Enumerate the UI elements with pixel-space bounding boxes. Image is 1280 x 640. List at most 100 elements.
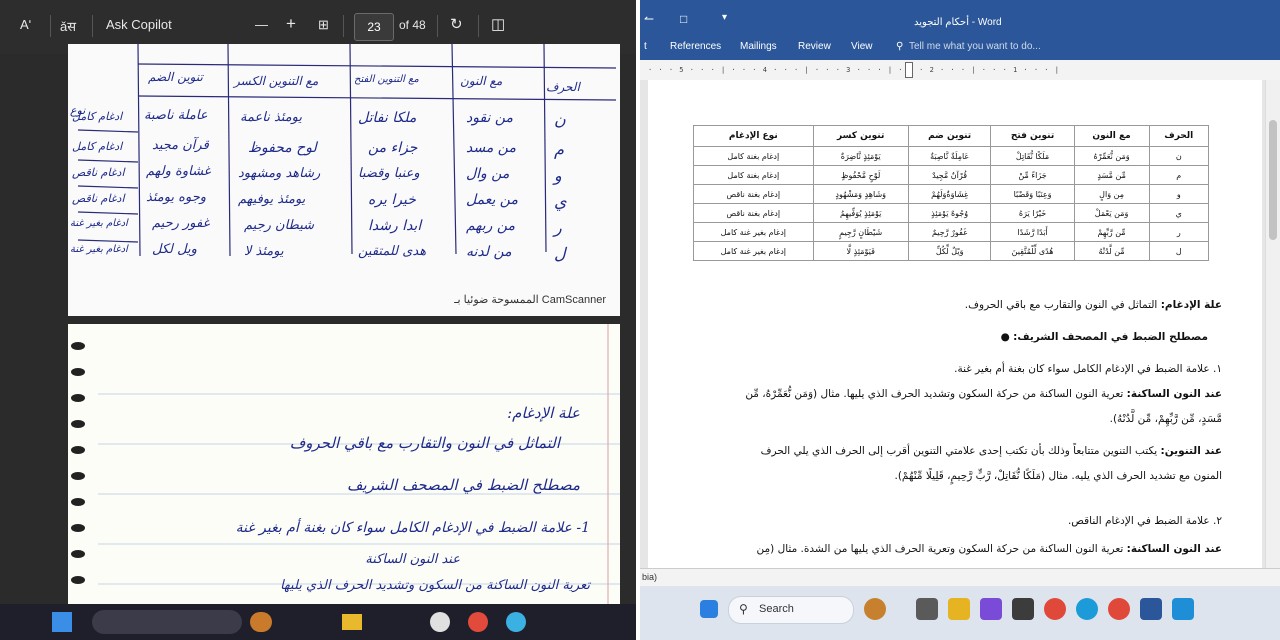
scan-cell: ن xyxy=(554,110,566,129)
table-cell: وَشَاهِدٍ وَمَشْهُودٍ xyxy=(812,184,909,204)
scan-cell: يومئذ يوفيهم xyxy=(238,192,306,207)
toolbar-divider xyxy=(92,15,93,37)
taskbar-search-box[interactable]: ⚲ Search xyxy=(728,596,854,624)
weather-icon[interactable] xyxy=(250,612,272,632)
page-total-label: of 48 xyxy=(399,18,426,32)
paragraph-tanween: عند التنوين: يكتب التنوين متتابعاً وذلك … xyxy=(682,440,1222,462)
table-row: م مِّن مَّسَدٍ جَزَاءً مِّنْ قُرْآنٌ مَّ… xyxy=(693,165,1210,185)
file-explorer-icon[interactable] xyxy=(948,598,970,620)
table-header-row: الحرف مع النون تنوين فتح تنوين ضم تنوين … xyxy=(693,125,1210,147)
translate-icon[interactable]: ǎस xyxy=(60,17,76,35)
paragraph-text: التماثل في النون والتقارب مع باقي الحروف… xyxy=(964,299,1161,311)
scan-cell: ابدا رشدا xyxy=(368,218,422,234)
notes-line: عند النون الساكنة xyxy=(365,552,460,567)
tab-review[interactable]: Review xyxy=(798,41,831,52)
vertical-scrollbar[interactable] xyxy=(1265,80,1280,568)
ask-copilot-button[interactable]: Ask Copilot xyxy=(106,17,172,32)
paragraph-text: تعرية النون الساكنة من حركة السكون وتعري… xyxy=(756,543,1127,555)
scan-cell: عاملة ناصبة xyxy=(144,108,208,123)
zoom-out-button[interactable]: — xyxy=(255,17,268,32)
bold-label: عند النون الساكنة: xyxy=(1126,543,1222,555)
chrome-icon[interactable] xyxy=(1044,598,1066,620)
scan-cell: غفور رحيم xyxy=(152,216,210,231)
numbered-item-2: ٢. علامة الضبط في الإدغام الناقص. xyxy=(1067,515,1222,527)
table-cell: خَيْرًا يَرَهُ xyxy=(990,203,1075,223)
rotate-icon[interactable]: ↻ xyxy=(450,15,463,33)
page-number-input[interactable]: 23 xyxy=(354,13,394,41)
table-header: تنوين فتح xyxy=(990,125,1075,147)
tab-references[interactable]: References xyxy=(670,41,721,52)
table-cell: هُدًى لِّلْمُتَّقِينَ xyxy=(990,241,1075,261)
chrome-profile-icon[interactable] xyxy=(1108,598,1130,620)
scan-header-noon: مع النون xyxy=(460,74,503,88)
weather-widget-icon[interactable] xyxy=(864,598,886,620)
language-status[interactable]: bia) xyxy=(642,572,657,582)
scan-cell: م xyxy=(554,140,564,159)
scan-cell: ملكا نفاتل xyxy=(358,110,417,126)
save-icon[interactable]: □ xyxy=(680,12,687,26)
scan-cell: لوح محفوظ xyxy=(248,140,317,156)
table-cell: إدغام بغنة ناقص xyxy=(693,184,814,204)
edge-icon[interactable] xyxy=(1076,598,1098,620)
horizontal-ruler[interactable]: · · · 5 · · · | · · · 4 · · · | · · · 3 … xyxy=(640,60,1280,81)
scan-cell: غشاوة ولهم xyxy=(146,164,211,179)
table-cell: مِّن لَّدُنْهُ xyxy=(1073,241,1150,261)
paragraph-line: مَّسَدٍ، مِّن رَّبِّهِمْ، مِّن لَّدُنْهُ… xyxy=(1109,413,1222,425)
scanned-page-table: الحرف مع النون مع التنوين الفتح مع التنو… xyxy=(68,44,620,316)
copilot-icon[interactable] xyxy=(980,598,1002,620)
customize-toolbar-icon[interactable]: ▾ xyxy=(722,12,727,23)
task-view-icon[interactable] xyxy=(916,598,938,620)
search-placeholder: Search xyxy=(759,603,794,615)
scan-cell: رشاهد ومشهود xyxy=(238,166,321,181)
table-cell: أَبَدًا رَّشَدًا xyxy=(990,222,1075,242)
word-window: ↼ □ ▾ أحكام التجويد - Word t References … xyxy=(640,0,1280,640)
chrome-icon[interactable] xyxy=(468,612,488,632)
indent-marker[interactable] xyxy=(905,62,913,78)
scan-cell: شيطان رجيم xyxy=(244,218,315,233)
word-app-icon[interactable] xyxy=(1140,598,1162,620)
tajweed-table: الحرف مع النون تنوين فتح تنوين ضم تنوين … xyxy=(693,125,1210,261)
paragraph-idgham-reason: علة الإدغام: التماثل في النون والتقارب م… xyxy=(682,294,1222,316)
document-page[interactable]: الحرف مع النون تنوين فتح تنوين ضم تنوين … xyxy=(648,80,1262,568)
scrollbar-thumb[interactable] xyxy=(1269,120,1277,240)
paragraph-line: المنون مع تشديد الحرف الذي يليه. مثال (م… xyxy=(894,470,1223,482)
toolbar-divider xyxy=(50,15,51,37)
app-icon[interactable] xyxy=(430,612,450,632)
paragraph-noon-sakinah-2: عند النون الساكنة: تعرية النون الساكنة م… xyxy=(682,538,1222,560)
table-cell: وُجُوهٌ يَوْمَئِذٍ xyxy=(907,203,992,223)
table-cell: ل xyxy=(1148,241,1210,261)
table-cell: م xyxy=(1148,165,1210,185)
scan-cell: ادغام ناقص xyxy=(72,192,125,205)
edge-icon[interactable] xyxy=(506,612,526,632)
two-page-view-icon[interactable]: ◫ xyxy=(491,15,505,33)
paragraph-text: يكتب التنوين متتابعاً وذلك بأن تكتب إحدى… xyxy=(760,445,1161,457)
app-icon[interactable] xyxy=(1012,598,1034,620)
table-cell: ن xyxy=(1148,146,1210,166)
scan-cell: يومئذ لا xyxy=(244,244,284,259)
tab-mailings[interactable]: Mailings xyxy=(740,41,777,52)
table-cell: و xyxy=(1148,184,1210,204)
zoom-in-button[interactable]: + xyxy=(286,14,296,34)
file-explorer-icon[interactable] xyxy=(342,614,362,630)
pdf-viewer-window: Aʹ ǎस Ask Copilot — + ⊞ 23 of 48 ↻ ◫ الح… xyxy=(0,0,636,640)
taskbar: ⚲ Search xyxy=(640,586,1280,640)
photos-icon[interactable] xyxy=(1172,598,1194,620)
scan-cell: ي xyxy=(554,192,567,211)
taskbar-search-box-left[interactable] xyxy=(92,610,242,634)
read-aloud-icon[interactable]: Aʹ xyxy=(20,17,31,32)
scan-cell: يومئذ ناعمة xyxy=(240,110,302,125)
windows-start-icon[interactable] xyxy=(52,612,72,632)
undo-icon[interactable]: ↼ xyxy=(644,12,654,26)
fit-page-icon[interactable]: ⊞ xyxy=(318,17,329,33)
table-cell: إدغام بغير غنة كامل xyxy=(693,222,814,242)
camscanner-label: الممسوحة ضوئيا بـ CamScanner xyxy=(454,294,606,306)
scan-cell: من يعمل xyxy=(466,192,518,208)
windows-start-icon[interactable] xyxy=(700,600,718,618)
tab-partial[interactable]: t xyxy=(644,41,647,52)
tab-view[interactable]: View xyxy=(851,41,873,52)
scan-cell: ادغام بغير غنة xyxy=(70,218,128,229)
table-cell: مَلَكًا نُّقَاتِلْ xyxy=(990,146,1075,166)
taskbar-left xyxy=(0,604,636,640)
table-cell: جَزَاءً مِّنْ xyxy=(990,165,1075,185)
tell-me-search[interactable]: Tell me what you want to do... xyxy=(909,41,1041,52)
